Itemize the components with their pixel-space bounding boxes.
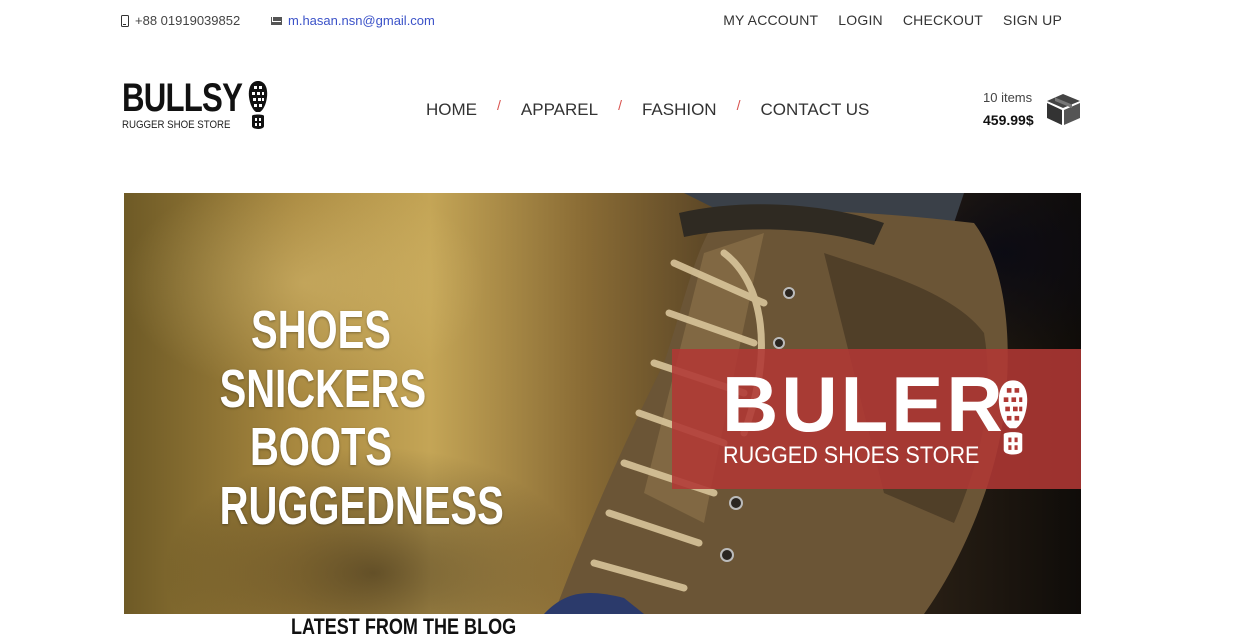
- email-contact: m.hasan.nsn@gmail.com: [271, 13, 435, 28]
- my-account-link[interactable]: MY ACCOUNT: [723, 12, 818, 28]
- mail-icon: [271, 16, 282, 25]
- footprint-icon: [248, 81, 268, 129]
- logo-tagline: RUGGER SHOE STORE: [122, 119, 231, 131]
- hero-banner[interactable]: SHOES SNICKERS BOOTS RUGGEDNESS BULER RU…: [124, 193, 1081, 614]
- nav-separator: /: [618, 97, 622, 113]
- sign-up-link[interactable]: SIGN UP: [1003, 12, 1062, 28]
- phone-number: +88 01919039852: [135, 13, 241, 28]
- brand-name: BULER: [722, 360, 1006, 448]
- nav-home[interactable]: HOME: [426, 100, 477, 120]
- hero-word: RUGGEDNESS: [219, 475, 504, 536]
- brand-badge: BULER RUGGED SHOES STORE: [672, 349, 1081, 489]
- hero-word: BOOTS: [249, 417, 393, 477]
- cart-item-count: 10 items: [983, 90, 1033, 105]
- hero-headline: SHOES SNICKERS BOOTS RUGGEDNESS: [184, 300, 504, 536]
- nav-separator: /: [736, 97, 741, 113]
- main-nav: HOME / APPAREL / FASHION / CONTACT US: [426, 97, 869, 120]
- account-links: MY ACCOUNT LOGIN CHECKOUT SIGN UP: [723, 12, 1062, 28]
- nav-contact-us[interactable]: CONTACT US: [760, 100, 869, 120]
- checkout-link[interactable]: CHECKOUT: [903, 12, 983, 28]
- blog-section-heading: LATEST FROM THE BLOG: [291, 614, 517, 639]
- top-bar: +88 01919039852 m.hasan.nsn@gmail.com MY…: [0, 0, 1233, 42]
- box-icon: [1047, 94, 1080, 125]
- logo-name: BULLSY: [122, 76, 243, 120]
- nav-separator: /: [497, 97, 501, 113]
- brand-tagline: RUGGED SHOES STORE: [723, 442, 980, 469]
- nav-apparel[interactable]: APPAREL: [521, 100, 598, 120]
- site-logo[interactable]: BULLSY RUGGER SHOE STORE: [122, 78, 272, 134]
- phone-icon: [121, 14, 129, 27]
- login-link[interactable]: LOGIN: [838, 12, 883, 28]
- cart-summary[interactable]: 10 items 459.99$: [983, 88, 1083, 134]
- hero-word: SHOES: [251, 300, 391, 360]
- nav-fashion[interactable]: FASHION: [642, 100, 717, 120]
- footprint-icon: [998, 380, 1028, 455]
- phone-contact: +88 01919039852: [121, 13, 240, 28]
- email-link[interactable]: m.hasan.nsn@gmail.com: [288, 13, 435, 28]
- hero-word: SNICKERS: [219, 358, 427, 419]
- cart-total: 459.99$: [983, 112, 1034, 128]
